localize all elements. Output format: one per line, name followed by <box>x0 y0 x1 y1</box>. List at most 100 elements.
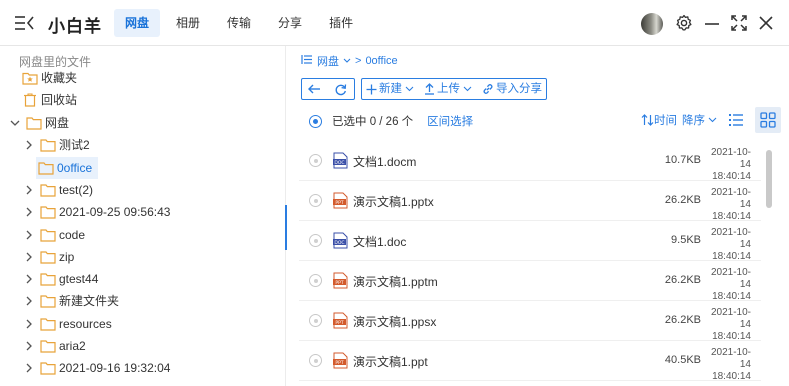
refresh-icon[interactable] <box>328 79 354 99</box>
maximize-icon[interactable] <box>730 14 748 32</box>
import-share-button[interactable]: 导入分享 <box>478 79 546 99</box>
chevron-down-icon <box>708 117 717 123</box>
user-avatar[interactable] <box>641 13 663 35</box>
import-share-label: 导入分享 <box>496 83 542 95</box>
chevron-down-icon[interactable] <box>343 55 351 67</box>
svg-text:PPT: PPT <box>335 200 343 206</box>
tree-item-folder[interactable]: 测试2 <box>22 134 90 156</box>
app-title: 小白羊 <box>48 17 102 36</box>
file-row-checkbox[interactable] <box>309 314 322 327</box>
folder-icon <box>40 228 56 242</box>
chevron-right-icon[interactable] <box>22 138 36 152</box>
back-arrow-icon[interactable] <box>302 79 328 99</box>
breadcrumb-current[interactable]: 0office <box>365 55 397 67</box>
chevron-right-icon[interactable] <box>22 228 36 242</box>
tree-item-folder[interactable]: gtest44 <box>22 268 98 290</box>
chevron-down-icon <box>463 86 472 92</box>
file-time: 18:40:14 <box>712 371 751 382</box>
file-row-checkbox[interactable] <box>309 154 322 167</box>
doc-file-icon: DOC <box>333 152 348 169</box>
breadcrumb-separator-icon: > <box>355 55 362 67</box>
file-row-checkbox[interactable] <box>309 274 322 287</box>
ppt-file-icon: PPT <box>333 272 348 289</box>
file-name: 演示文稿1.pptm <box>353 275 438 289</box>
tree-item-folder[interactable]: 2021-09-25 09:56:43 <box>22 201 170 223</box>
chevron-right-icon[interactable] <box>22 339 36 353</box>
svg-text:DOC: DOC <box>334 160 344 166</box>
tree-item-favorites[interactable]: 收藏夹 <box>22 67 77 89</box>
range-select-button[interactable]: 区间选择 <box>427 113 473 129</box>
tree-item-folder[interactable]: test(2) <box>22 179 93 201</box>
tree-item-folder-selected[interactable]: 0office <box>36 157 99 179</box>
folder-icon <box>40 250 56 264</box>
tab-plugins[interactable]: 插件 <box>318 9 364 37</box>
close-icon[interactable] <box>757 14 775 32</box>
tree-item-label: 2021-09-25 09:56:43 <box>59 205 171 219</box>
tree-item-folder[interactable]: resources <box>22 313 112 335</box>
toolbar: 新建 上传 导入分享 <box>301 78 553 100</box>
chevron-right-icon[interactable] <box>22 272 36 286</box>
file-name: 演示文稿1.ppt <box>353 355 428 369</box>
file-modified: 2021-10-14 18:40:14 <box>703 187 751 223</box>
upload-icon <box>425 83 434 95</box>
chevron-right-icon[interactable] <box>22 294 36 308</box>
sort-control[interactable]: 时间 降序 <box>641 112 717 128</box>
ppt-file-icon: PPT <box>333 352 348 369</box>
file-row-checkbox[interactable] <box>309 194 322 207</box>
grid-view-icon[interactable] <box>755 107 781 133</box>
chevron-right-icon[interactable] <box>22 361 36 375</box>
chevron-right-icon[interactable] <box>22 250 36 264</box>
folder-icon <box>40 317 56 331</box>
file-size: 26.2KB <box>664 274 701 286</box>
file-row[interactable]: PPT 演示文稿1.pptm 26.2KB 2021-10-14 18:40:14 <box>299 261 761 302</box>
tree-item-folder[interactable]: aria2 <box>22 335 86 357</box>
tree-item-label: 收藏夹 <box>41 71 78 85</box>
tree-item-netdisk-root[interactable]: 网盘 <box>8 112 69 134</box>
chevron-right-icon[interactable] <box>22 317 36 331</box>
file-name: 文档1.docm <box>353 155 417 169</box>
svg-text:PPT: PPT <box>335 280 343 286</box>
file-row[interactable]: DOC 文档1.doc 9.5KB 2021-10-14 18:40:14 <box>299 221 761 262</box>
tree-item-trash[interactable]: 回收站 <box>22 89 77 111</box>
tab-netdisk[interactable]: 网盘 <box>114 9 161 37</box>
file-list-pane: 网盘 > 0office 新建 上传 导入分享 已选中 0 / 26 个 区间选… <box>287 46 789 386</box>
chevron-down-icon <box>405 86 414 92</box>
minimize-icon[interactable] <box>703 14 721 32</box>
tab-transfer[interactable]: 传输 <box>216 9 262 37</box>
new-button[interactable]: 新建 <box>362 79 420 99</box>
tree-item-folder[interactable]: 新建文件夹 <box>22 290 119 312</box>
plus-icon <box>366 84 377 94</box>
tree-item-label: 回收站 <box>41 93 78 107</box>
file-row[interactable]: PPT 演示文稿1.ppt 40.5KB 2021-10-14 18:40:14 <box>299 341 761 382</box>
main-tabs: 网盘 相册 传输 分享 插件 <box>114 9 369 37</box>
chevron-right-icon[interactable] <box>22 183 36 197</box>
file-row-checkbox[interactable] <box>309 234 322 247</box>
tree-item-folder[interactable]: 2021-09-16 19:32:04 <box>22 357 170 379</box>
folder-icon <box>40 361 56 375</box>
file-row[interactable]: PPT 演示文稿1.ppsx 26.2KB 2021-10-14 18:40:14 <box>299 301 761 342</box>
file-row[interactable]: DOC 文档1.docm 10.7KB 2021-10-14 18:40:14 <box>299 141 761 182</box>
collapse-menu-icon[interactable] <box>14 14 36 32</box>
new-button-label: 新建 <box>379 83 402 95</box>
ppt-file-icon: PPT <box>333 192 348 209</box>
tab-album[interactable]: 相册 <box>165 9 211 37</box>
file-row-checkbox[interactable] <box>309 354 322 367</box>
file-row[interactable]: PPT 演示文稿1.pptx 26.2KB 2021-10-14 18:40:14 <box>299 181 761 223</box>
chevron-down-icon[interactable] <box>8 116 22 130</box>
list-view-icon[interactable] <box>725 109 747 131</box>
tree-item-folder[interactable]: zip <box>22 246 74 268</box>
folder-icon <box>40 294 56 308</box>
chevron-right-icon[interactable] <box>22 205 36 219</box>
breadcrumb-root[interactable]: 网盘 <box>317 53 339 69</box>
tree-item-folder[interactable]: code <box>22 224 85 246</box>
selection-count: 已选中 0 / 26 个 <box>332 116 414 128</box>
file-date: 2021-10-14 <box>710 267 751 290</box>
upload-button[interactable]: 上传 <box>420 79 478 99</box>
settings-gear-icon[interactable] <box>675 14 693 32</box>
select-all-checkbox[interactable] <box>309 114 322 128</box>
tab-share[interactable]: 分享 <box>267 9 313 37</box>
tree-item-label: code <box>59 228 86 242</box>
tree-item-label: 2021-09-16 19:32:04 <box>59 361 171 375</box>
file-list-scrollbar[interactable] <box>766 150 772 208</box>
tree-item-label: 网盘 <box>45 116 70 130</box>
